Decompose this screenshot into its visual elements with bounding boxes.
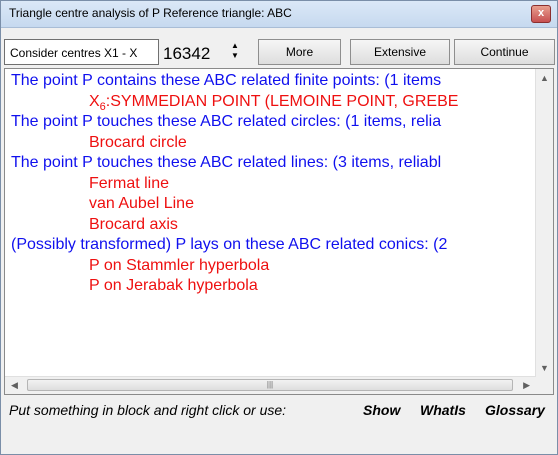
whatis-link[interactable]: WhatIs <box>420 402 466 418</box>
title-bar[interactable]: Triangle centre analysis of P Reference … <box>1 1 557 28</box>
results-panel[interactable]: The point P contains these ABC related f… <box>4 68 554 395</box>
glossary-link[interactable]: Glossary <box>485 402 545 418</box>
horizontal-scrollbar[interactable]: ◀ ||| ▶ <box>5 376 536 394</box>
scroll-right-icon[interactable]: ▶ <box>523 380 530 391</box>
app-window: Triangle centre analysis of P Reference … <box>0 0 558 455</box>
vertical-scrollbar[interactable]: ▲ ▼ <box>535 69 553 377</box>
points-header: The point P contains these ABC related f… <box>11 72 442 89</box>
centre-count-input[interactable]: 16342 <box>163 44 210 64</box>
close-button[interactable]: x <box>531 5 551 23</box>
more-button[interactable]: More <box>258 39 341 65</box>
conic-item: P on Stammler hyperbola <box>89 256 270 274</box>
scroll-up-icon[interactable]: ▲ <box>540 73 549 83</box>
scroll-down-icon[interactable]: ▼ <box>540 363 549 373</box>
scroll-left-icon[interactable]: ◀ <box>11 380 18 391</box>
point-item: X6:SYMMEDIAN POINT (LEMOINE POINT, GREBE <box>89 92 459 113</box>
show-link[interactable]: Show <box>363 402 400 418</box>
results-text[interactable]: The point P contains these ABC related f… <box>11 71 531 297</box>
close-icon: x <box>537 7 545 19</box>
spin-down-icon[interactable]: ▼ <box>228 51 242 61</box>
spin-up-icon[interactable]: ▲ <box>228 41 242 51</box>
hint-text: Put something in block and right click o… <box>9 402 287 418</box>
toolbar: Consider centres X1 - X 16342 ▲ ▼ More E… <box>1 38 557 68</box>
window-title: Triangle centre analysis of P Reference … <box>9 6 292 20</box>
circles-header: The point P touches these ABC related ci… <box>11 113 442 130</box>
centre-count-stepper[interactable]: ▲ ▼ <box>228 41 242 63</box>
scroll-thumb[interactable]: ||| <box>27 379 513 391</box>
extensive-button[interactable]: Extensive <box>350 39 450 65</box>
consider-centres-box: Consider centres X1 - X <box>4 39 159 65</box>
line-item: Fermat line <box>89 174 170 192</box>
circle-item: Brocard circle <box>89 133 187 151</box>
consider-centres-label: Consider centres X1 - X <box>10 46 138 60</box>
conics-header: (Possibly transformed) P lays on these A… <box>11 236 448 253</box>
conic-item: P on Jerabak hyperbola <box>89 277 258 294</box>
line-item: van Aubel Line <box>89 195 194 212</box>
line-item: Brocard axis <box>89 215 178 233</box>
status-bar: Put something in block and right click o… <box>1 397 557 427</box>
continue-button[interactable]: Continue <box>454 39 555 65</box>
scroll-corner <box>536 377 553 394</box>
lines-header: The point P touches these ABC related li… <box>11 154 442 171</box>
